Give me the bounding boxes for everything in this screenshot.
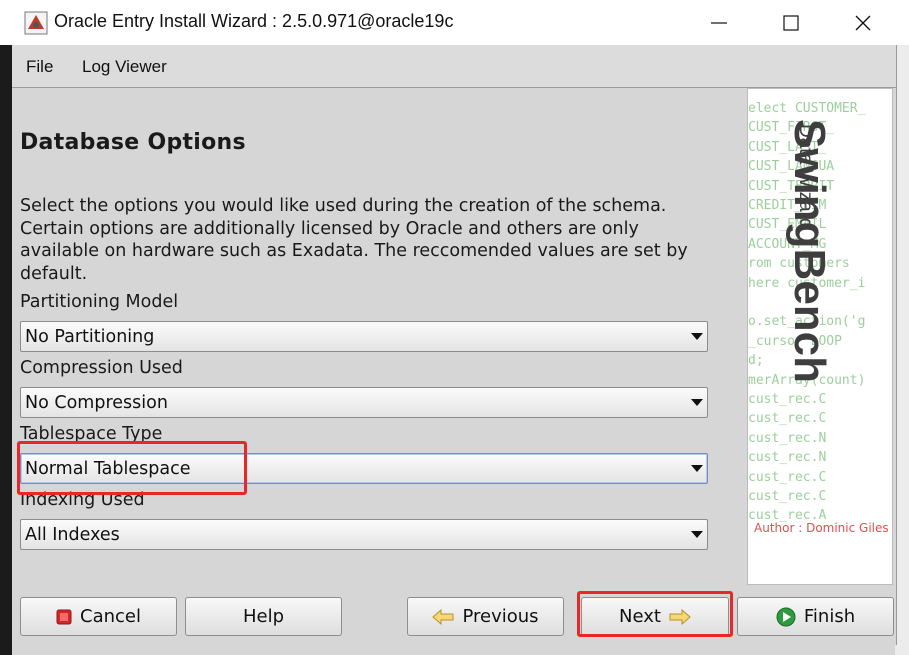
code-line: cust_rec.C [748,469,827,485]
indexing-used-value: All Indexes [25,525,120,545]
menu-file[interactable]: File [26,57,53,77]
swingbench-side-panel: elect CUSTOMER_ CUST_FIRST_ CUST_LAST_ C… [747,88,893,585]
play-icon [776,607,796,626]
help-label: Help [242,606,285,627]
page-description: Select the options you would like used d… [20,196,688,284]
code-line: cust_rec.N [748,450,827,466]
chevron-down-icon [691,399,703,406]
highlight-next-button [577,591,733,637]
chevron-down-icon [691,465,703,472]
java-app-icon [24,11,48,35]
compression-used-select[interactable]: No Compression [20,387,708,418]
menu-log-viewer[interactable]: Log Viewer [82,57,167,77]
indexing-used-select[interactable]: All Indexes [20,519,708,550]
code-line: cust_rec.C [748,411,827,427]
title-bar[interactable]: Oracle Entry Install Wizard : 2.5.0.971@… [0,0,909,45]
arrow-left-icon [432,608,454,625]
finish-button[interactable]: Finish [737,597,894,636]
code-line: elect CUSTOMER_ [748,101,866,116]
window-title: Oracle Entry Install Wizard : 2.5.0.971@… [54,11,454,31]
code-line: d; [748,353,764,369]
swingbench-subtitle: Data Wizard [795,124,816,229]
cancel-button[interactable]: Cancel [20,597,177,636]
desktop-background [0,0,12,655]
minimize-icon [711,22,727,24]
menu-bar: File Log Viewer [12,45,896,88]
close-icon [855,15,871,31]
compression-used-label: Compression Used [20,358,183,378]
chevron-down-icon [691,333,703,340]
previous-label: Previous [462,606,539,627]
maximize-icon [783,15,799,31]
help-button[interactable]: Help [185,597,342,636]
partitioning-model-select[interactable]: No Partitioning [20,321,708,352]
author-credit: Author : Dominic Giles [754,521,889,535]
partitioning-model-label: Partitioning Model [20,292,179,312]
desktop-background-right [895,45,909,655]
code-line: cust_rec.C [748,489,827,504]
compression-used-value: No Compression [25,393,168,413]
code-line: cust_rec.C [748,392,827,407]
cancel-label: Cancel [80,606,141,627]
close-button[interactable] [840,0,886,45]
stop-icon [56,609,72,624]
partitioning-model-value: No Partitioning [25,327,155,347]
previous-button[interactable]: Previous [407,597,564,636]
highlight-tablespace-type [17,441,247,495]
minimize-button[interactable] [696,0,742,45]
page-title: Database Options [20,130,246,155]
chevron-down-icon [691,531,703,538]
code-line: cust_rec.N [748,430,827,446]
maximize-button[interactable] [768,0,814,45]
finish-label: Finish [803,606,856,627]
